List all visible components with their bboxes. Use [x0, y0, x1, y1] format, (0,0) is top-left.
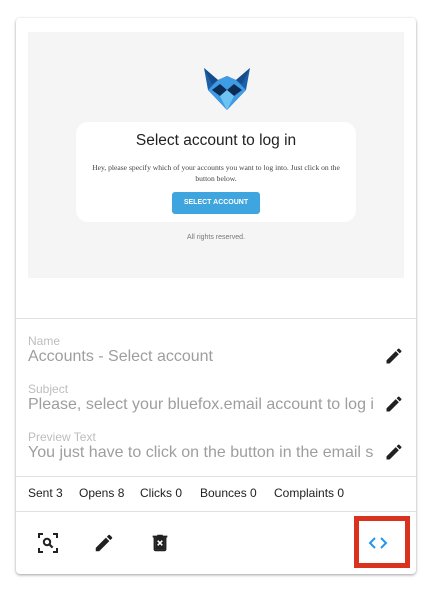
preview-button[interactable]	[30, 525, 66, 561]
email-body-text: Hey, please specify which of your accoun…	[92, 163, 340, 183]
edit-preview-text-icon[interactable]	[384, 442, 404, 462]
subject-value: Please, select your bluefox.email accoun…	[28, 396, 373, 413]
email-template-card: Select account to log in Hey, please spe…	[16, 18, 416, 574]
select-account-button[interactable]: SELECT ACCOUNT	[172, 192, 260, 214]
email-footer: All rights reserved.	[187, 234, 245, 241]
stat-bounces: Bounces 0	[200, 486, 257, 500]
stat-opens: Opens 8	[79, 486, 125, 500]
stat-complaints: Complaints 0	[274, 486, 345, 500]
view-code-button[interactable]	[360, 525, 396, 561]
stats-bar: Sent 3 Opens 8 Clicks 0 Bounces 0 Compla…	[16, 476, 416, 512]
name-label: Name	[28, 334, 61, 348]
stat-sent: Sent 3	[28, 486, 63, 500]
email-content-box: Select account to log in Hey, please spe…	[76, 122, 356, 222]
stat-clicks: Clicks 0	[140, 486, 183, 500]
email-preview-section: Select account to log in Hey, please spe…	[16, 18, 416, 319]
card-actions	[16, 512, 416, 574]
bluefox-logo-icon	[204, 68, 250, 110]
pencil-icon	[95, 534, 113, 552]
preview-text-label: Preview Text	[28, 430, 96, 444]
name-value: Accounts - Select account	[28, 348, 213, 365]
email-title: Select account to log in	[135, 132, 297, 149]
email-preview[interactable]: Select account to log in Hey, please spe…	[28, 32, 404, 278]
trash-icon	[152, 534, 168, 552]
edit-subject-icon[interactable]	[384, 394, 404, 414]
delete-button[interactable]	[142, 525, 178, 561]
edit-template-button[interactable]	[86, 525, 122, 561]
zoom-icon	[38, 533, 58, 553]
code-icon	[368, 537, 388, 549]
edit-name-icon[interactable]	[384, 346, 404, 366]
subject-label: Subject	[28, 382, 69, 396]
preview-text-value: You just have to click on the button in …	[28, 444, 373, 461]
template-fields: Name Accounts - Select account Subject P…	[16, 318, 416, 474]
